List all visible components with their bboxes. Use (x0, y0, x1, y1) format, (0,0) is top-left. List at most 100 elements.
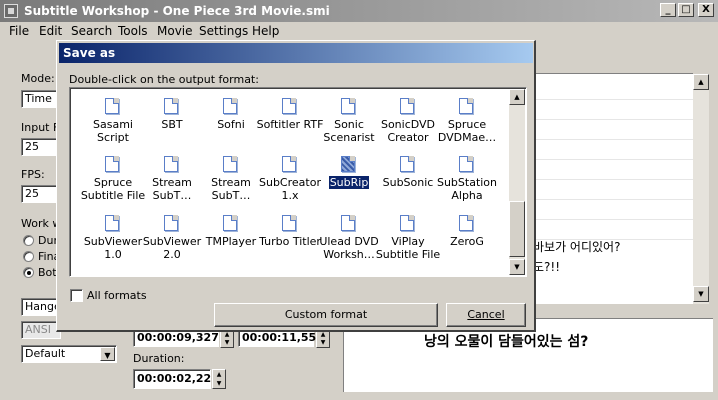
maximize-button[interactable]: □ (678, 3, 694, 17)
menu-help[interactable]: Help (252, 23, 279, 39)
menu-settings[interactable]: Settings (199, 23, 248, 39)
format-label: Spruce DVDMae… (437, 118, 497, 144)
list-row-text: 도?!! (533, 260, 561, 274)
close-button[interactable]: X (698, 3, 714, 17)
format-label: Turbo Titler (259, 235, 321, 248)
format-label: Sofni (217, 118, 245, 131)
app-icon (4, 4, 18, 18)
format-label: ZeroG (450, 235, 484, 248)
file-icon (459, 215, 473, 231)
list-row[interactable] (533, 120, 693, 140)
menu-bar: File Edit Search Tools Movie Settings He… (0, 22, 718, 40)
format-item[interactable]: ZeroG (432, 211, 502, 269)
format-label: SubRip (327, 175, 371, 190)
menu-tools[interactable]: Tools (118, 23, 148, 39)
fps-field[interactable]: 25 (21, 185, 61, 203)
format-label: SBT (161, 118, 183, 131)
subtitle-list-header (533, 56, 693, 74)
minimize-button[interactable]: _ (660, 3, 676, 17)
list-row[interactable] (533, 140, 693, 160)
list-row[interactable] (533, 180, 693, 200)
radio-both[interactable] (23, 267, 34, 278)
format-label: SubViewer 2.0 (142, 235, 202, 261)
list-row-text: 바보가 어디있어? (533, 240, 621, 254)
file-icon (400, 215, 414, 231)
fps-label: FPS: (21, 168, 45, 181)
mode-label: Mode: (21, 72, 55, 85)
dialog-prompt: Double-click on the output format: (69, 73, 259, 86)
style-select[interactable]: Default ▼ (21, 345, 117, 363)
all-formats-label: All formats (87, 289, 147, 302)
file-icon (341, 215, 355, 231)
list-scrollbar[interactable]: ▲ ▼ (693, 74, 709, 304)
file-icon (400, 98, 414, 114)
menu-file[interactable]: File (9, 23, 29, 39)
file-icon (282, 156, 296, 172)
chevron-down-icon[interactable]: ▼ (100, 347, 115, 361)
font-select[interactable]: Hangeu (21, 298, 68, 316)
format-label: Ulead DVD Worksh… (319, 235, 379, 261)
list-row[interactable] (533, 80, 693, 100)
menu-edit[interactable]: Edit (39, 23, 62, 39)
duration-label: Duration: (133, 352, 185, 365)
file-icon (164, 215, 178, 231)
cancel-button-label: Cancel (467, 308, 505, 321)
format-label: ViPlay Subtitle File (375, 235, 441, 261)
file-icon (282, 215, 296, 231)
scroll-down-icon[interactable]: ▼ (509, 259, 525, 275)
file-icon (459, 98, 473, 114)
radio-final[interactable] (23, 251, 34, 262)
style-select-value: Default (25, 347, 66, 360)
format-label: TMPlayer (205, 235, 257, 248)
scroll-up-icon[interactable]: ▲ (693, 74, 709, 90)
menu-movie[interactable]: Movie (157, 23, 193, 39)
format-label: Sasami Script (93, 118, 133, 144)
list-row[interactable] (533, 100, 693, 120)
mode-select[interactable]: Time (21, 90, 61, 108)
dialog-title: Save as (59, 43, 533, 63)
file-icon (105, 98, 119, 114)
menu-search[interactable]: Search (71, 23, 112, 39)
file-icon (164, 156, 178, 172)
scroll-thumb[interactable] (509, 201, 525, 257)
format-label: SubCreator 1.x (259, 176, 321, 202)
list-row[interactable] (533, 160, 693, 180)
file-icon (282, 98, 296, 114)
duration-field[interactable]: 00:00:02,226 (133, 369, 219, 389)
format-label: SubSonic (382, 176, 434, 189)
show-time-spinner[interactable]: ▲ ▼ (220, 330, 234, 348)
file-icon (105, 215, 119, 231)
radio-duration[interactable] (23, 235, 34, 246)
window-title-bar: Subtitle Workshop - One Piece 3rd Movie.… (0, 0, 718, 22)
file-icon (105, 156, 119, 172)
subtitle-text: 낭의 오물이 담들어있는 섬? (424, 334, 589, 350)
duration-spinner[interactable]: ▲ ▼ (212, 369, 226, 389)
file-icon (164, 98, 178, 114)
format-label: Sonic Scenarist (323, 118, 375, 144)
list-row[interactable] (533, 220, 693, 240)
format-label: Spruce Subtitle File (80, 176, 146, 202)
file-icon (341, 98, 355, 114)
custom-format-button[interactable]: Custom format (214, 303, 438, 327)
hide-time-spinner[interactable]: ▲ ▼ (316, 330, 330, 348)
file-icon (400, 156, 414, 172)
format-label: Stream SubT… (152, 176, 192, 202)
format-list[interactable]: Sasami Script SBT Sofni Softitler RTF So… (69, 87, 527, 277)
format-item[interactable]: Spruce DVDMae… (432, 94, 502, 152)
charset-select[interactable]: ANSI (21, 321, 61, 339)
save-as-dialog: Save as Double-click on the output forma… (56, 40, 536, 332)
scroll-down-icon[interactable]: ▼ (693, 286, 709, 302)
cancel-button[interactable]: Cancel (446, 303, 526, 327)
scroll-up-icon[interactable]: ▲ (509, 89, 525, 105)
file-icon (223, 156, 237, 172)
format-item[interactable]: SubStation Alpha (432, 152, 502, 210)
input-fps-field[interactable]: 25 (21, 138, 61, 156)
window-title: Subtitle Workshop - One Piece 3rd Movie.… (24, 4, 330, 18)
format-list-scrollbar[interactable]: ▲ ▼ (509, 89, 525, 275)
file-icon (223, 98, 237, 114)
format-label: SubViewer 1.0 (83, 235, 143, 261)
all-formats-checkbox[interactable] (70, 289, 83, 302)
list-row[interactable] (533, 200, 693, 220)
file-icon (341, 156, 355, 172)
format-label: Stream SubT… (211, 176, 251, 202)
